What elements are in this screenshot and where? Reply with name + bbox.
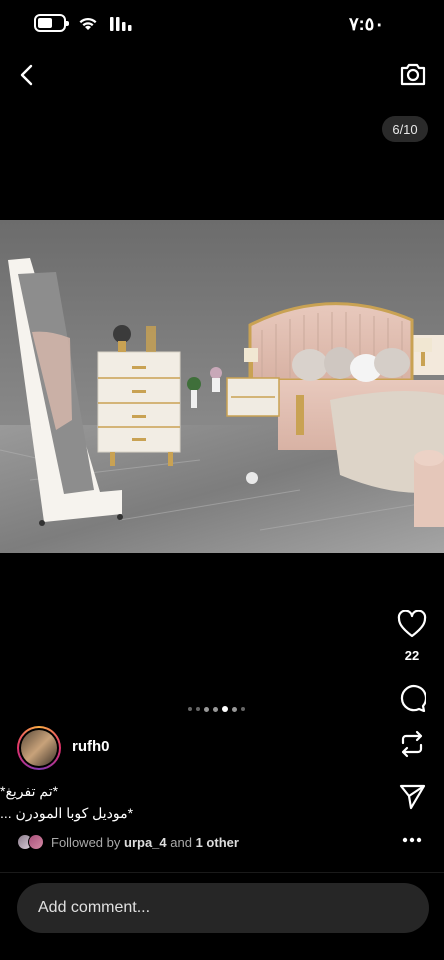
camera-button[interactable] bbox=[398, 59, 428, 89]
repost-button[interactable] bbox=[396, 728, 428, 760]
media-counter: 6/10 bbox=[382, 116, 428, 142]
follower-avatar bbox=[28, 834, 44, 850]
share-button[interactable] bbox=[396, 780, 428, 812]
followed-by[interactable]: Followed by urpa_4 and 1 other bbox=[17, 834, 239, 850]
more-button[interactable] bbox=[396, 830, 428, 850]
comment-input[interactable]: Add comment... bbox=[17, 883, 429, 933]
carousel-dot-active bbox=[222, 706, 228, 712]
username[interactable]: rufh0 bbox=[72, 738, 110, 755]
status-icons bbox=[34, 14, 134, 32]
carousel-dot bbox=[204, 706, 209, 712]
like-button[interactable] bbox=[396, 608, 428, 640]
followed-by-prefix: Followed by bbox=[51, 834, 121, 850]
signal-icon bbox=[110, 17, 132, 31]
status-time: ٧:٥٠ bbox=[349, 14, 384, 34]
followed-by-user[interactable]: urpa_4 bbox=[124, 835, 167, 850]
back-button[interactable] bbox=[12, 61, 40, 89]
like-count: 22 bbox=[404, 648, 420, 663]
caption-line[interactable]: *موديل كوبا المودرن ... bbox=[0, 805, 160, 822]
followed-by-other[interactable]: 1 other bbox=[196, 835, 239, 850]
more-icon bbox=[402, 837, 422, 843]
carousel-dot bbox=[196, 707, 200, 711]
wifi-icon bbox=[79, 17, 97, 30]
followed-by-and: and bbox=[170, 834, 192, 850]
status-bar: ٧:٥٠ bbox=[0, 0, 444, 50]
comment-area: Add comment... bbox=[0, 872, 444, 960]
carousel-dot bbox=[241, 707, 245, 711]
camera-icon bbox=[400, 63, 426, 86]
follower-avatars bbox=[17, 834, 47, 850]
carousel-dot bbox=[213, 706, 218, 712]
repost-icon bbox=[401, 730, 423, 758]
carousel-dot bbox=[232, 706, 237, 712]
share-icon bbox=[399, 784, 426, 810]
back-icon bbox=[20, 64, 33, 86]
battery-icon bbox=[34, 14, 69, 32]
post-photo[interactable] bbox=[0, 220, 444, 553]
avatar[interactable] bbox=[17, 726, 61, 770]
avatar-frame bbox=[19, 728, 59, 768]
carousel-dots bbox=[188, 706, 245, 712]
heart-icon bbox=[397, 610, 427, 638]
carousel-dot bbox=[188, 707, 192, 711]
avatar-image bbox=[21, 730, 57, 766]
top-bar bbox=[0, 55, 444, 95]
caption-line: *تم تفريغ* bbox=[0, 783, 59, 799]
comment-button[interactable] bbox=[396, 682, 428, 714]
comment-icon bbox=[400, 685, 426, 712]
bedroom-photo bbox=[0, 220, 444, 553]
